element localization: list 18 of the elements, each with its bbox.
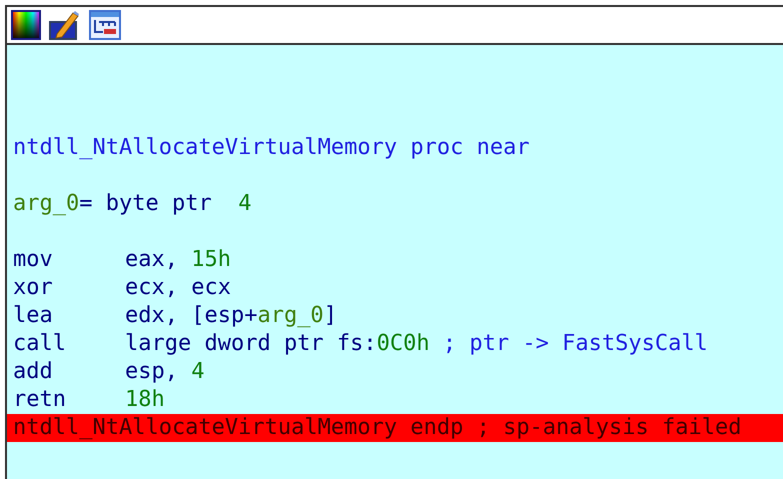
mnemonic: xor xyxy=(13,274,54,302)
mnemonic: call xyxy=(13,330,67,358)
code-text: ntdll_NtAllocateVirtualMemory endp ; sp-analysis failed xyxy=(13,414,742,442)
mnemonic: retn xyxy=(13,386,67,414)
code-text: esp, 4 xyxy=(125,358,204,386)
color-palette-icon[interactable] xyxy=(11,10,41,40)
code-text: arg_0= byte ptr 4 xyxy=(13,190,252,218)
mnemonic: lea xyxy=(13,302,54,330)
code-text: 18h xyxy=(125,386,165,414)
mnemonic: mov xyxy=(13,246,54,274)
code-text: ecx, ecx xyxy=(125,274,231,302)
graph-view-icon[interactable] xyxy=(89,10,121,40)
pencil-icon[interactable] xyxy=(49,10,81,40)
mnemonic: add xyxy=(13,358,54,386)
code-text: edx, [esp+arg_0] xyxy=(125,302,337,330)
code-text: large dword ptr fs:0C0h ; ptr -> FastSysCall xyxy=(125,330,708,358)
code-text: eax, 15h xyxy=(125,246,231,274)
code-text: ntdll_NtAllocateVirtualMemory proc near xyxy=(13,134,530,162)
